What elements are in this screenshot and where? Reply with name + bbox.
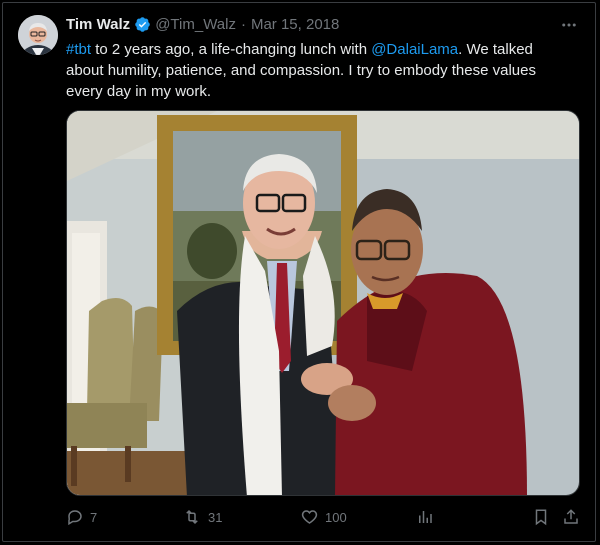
tweet-date[interactable]: Mar 15, 2018: [251, 16, 339, 33]
tweet-header: Tim Walz @Tim_Walz · Mar 15, 2018: [66, 16, 339, 33]
reply-icon: [68, 510, 82, 526]
author-handle[interactable]: @Tim_Walz: [155, 16, 236, 33]
bookmark-button[interactable]: [532, 508, 550, 526]
tweet-text-part-1: to 2 years ago, a life-changing lunch wi…: [91, 41, 372, 58]
retweet-button[interactable]: 31: [182, 508, 222, 526]
views-chart-icon: [419, 511, 432, 523]
bookmark-icon: [535, 509, 547, 526]
mention-link[interactable]: @DalaiLama: [371, 41, 458, 58]
like-button[interactable]: 100: [300, 508, 347, 526]
retweet-icon: [186, 509, 198, 525]
tweet-actions: 7 31 100: [66, 508, 582, 530]
verified-badge-icon: [134, 16, 151, 33]
share-icon: [564, 509, 578, 524]
reply-count: 7: [90, 509, 98, 525]
like-count: 100: [325, 509, 347, 525]
more-horizontal-icon[interactable]: [558, 14, 580, 36]
views-button[interactable]: [416, 508, 434, 526]
retweet-count: 31: [208, 509, 223, 525]
heart-icon: [301, 510, 318, 524]
reply-button[interactable]: 7: [66, 508, 97, 526]
share-button[interactable]: [562, 508, 580, 526]
tweet-text: #tbt to 2 years ago, a life-changing lun…: [66, 39, 566, 102]
tweet-photo[interactable]: [66, 110, 580, 496]
hashtag-link[interactable]: #tbt: [66, 41, 91, 58]
author-name[interactable]: Tim Walz: [66, 16, 130, 33]
separator-dot: ·: [240, 16, 246, 33]
avatar[interactable]: [18, 15, 58, 55]
